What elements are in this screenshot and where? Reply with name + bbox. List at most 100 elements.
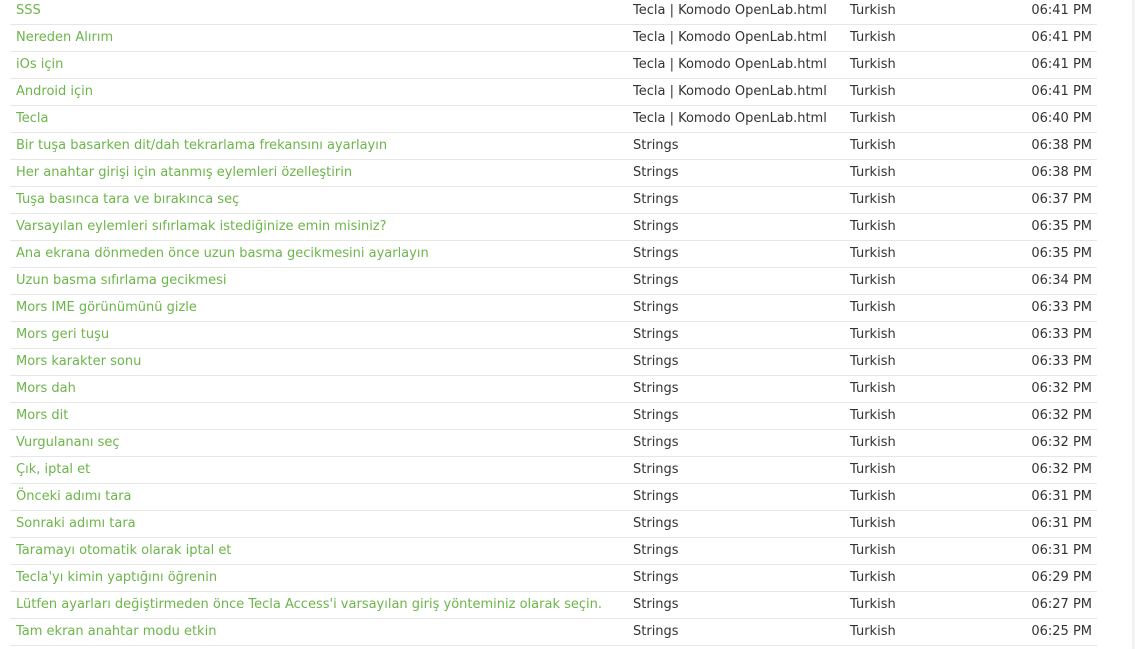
string-title-link[interactable]: Android için <box>16 79 93 105</box>
timestamp: 06:38 PM <box>1031 165 1092 180</box>
table-row: Mors geri tuşu Strings Turkish 06:33 PM <box>10 322 1097 349</box>
table-row: Vurgulananı seç Strings Turkish 06:32 PM <box>10 430 1097 457</box>
source-file: Strings <box>633 624 679 639</box>
timestamp: 06:31 PM <box>1031 489 1092 504</box>
table-row: Tecla'yı kimin yaptığını öğrenin Strings T… <box>10 565 1097 592</box>
language: Turkish <box>850 111 896 126</box>
table-row: Nereden Alırım Tecla | Komodo OpenLab.htm… <box>10 25 1097 52</box>
language: Turkish <box>850 381 896 396</box>
language: Turkish <box>850 408 896 423</box>
timestamp: 06:38 PM <box>1031 138 1092 153</box>
source-file: Strings <box>633 165 679 180</box>
language: Turkish <box>850 462 896 477</box>
source-file: Strings <box>633 138 679 153</box>
timestamp: 06:41 PM <box>1031 30 1092 45</box>
string-title-link[interactable]: Tecla'yı kimin yaptığını öğrenin <box>16 565 217 591</box>
table-row: Tecla Tecla | Komodo OpenLab.html Turkish 0… <box>10 106 1097 133</box>
table-row: Taramayı otomatik olarak iptal et Strings… <box>10 538 1097 565</box>
timestamp: 06:33 PM <box>1031 327 1092 342</box>
table-row: Çık, iptal et Strings Turkish 06:32 PM <box>10 457 1097 484</box>
string-title-link[interactable]: Tecla <box>16 106 48 132</box>
table-row: Lütfen ayarları değiştirmeden önce Tecla… <box>10 592 1097 619</box>
table-row: Android için Tecla | Komodo OpenLab.html T… <box>10 79 1097 106</box>
language: Turkish <box>850 489 896 504</box>
source-file: Strings <box>633 543 679 558</box>
string-title-link[interactable]: Mors karakter sonu <box>16 349 141 375</box>
source-file: Strings <box>633 300 679 315</box>
language: Turkish <box>850 273 896 288</box>
language: Turkish <box>850 165 896 180</box>
timestamp: 06:33 PM <box>1031 300 1092 315</box>
table-row: iOs için Tecla | Komodo OpenLab.html Turki… <box>10 52 1097 79</box>
table-row: Tam ekran anahtar modu etkin Strings Turki… <box>10 619 1097 646</box>
string-title-link[interactable]: Önceki adımı tara <box>16 484 132 510</box>
string-title-link[interactable]: Ana ekrana dönmeden önce uzun basma geci… <box>16 241 429 267</box>
source-file: Strings <box>633 273 679 288</box>
timestamp: 06:31 PM <box>1031 543 1092 558</box>
table-row: Mors IME görünümünü gizle Strings Turkish 0… <box>10 295 1097 322</box>
timestamp: 06:32 PM <box>1031 462 1092 477</box>
string-title-link[interactable]: Çık, iptal et <box>16 457 90 483</box>
source-file: Strings <box>633 597 679 612</box>
timestamp: 06:41 PM <box>1031 84 1092 99</box>
timestamp: 06:35 PM <box>1031 246 1092 261</box>
string-title-link[interactable]: Uzun basma sıfırlama gecikmesi <box>16 268 227 294</box>
string-title-link[interactable]: iOs için <box>16 52 63 78</box>
source-file: Strings <box>633 354 679 369</box>
language: Turkish <box>850 300 896 315</box>
timestamp: 06:25 PM <box>1031 624 1092 639</box>
string-title-link[interactable]: Lütfen ayarları değiştirmeden önce Tecla… <box>16 592 602 618</box>
source-file: Strings <box>633 327 679 342</box>
source-file: Tecla | Komodo OpenLab.html <box>633 84 827 99</box>
source-file: Strings <box>633 489 679 504</box>
table-row: Ana ekrana dönmeden önce uzun basma geci… <box>10 241 1097 268</box>
source-file: Strings <box>633 246 679 261</box>
activity-table: SSS Tecla | Komodo OpenLab.html Turkish 06:… <box>10 0 1097 646</box>
timestamp: 06:41 PM <box>1031 57 1092 72</box>
string-title-link[interactable]: Varsayılan eylemleri sıfırlamak istediği… <box>16 214 387 240</box>
language: Turkish <box>850 327 896 342</box>
string-title-link[interactable]: Nereden Alırım <box>16 25 113 51</box>
source-file: Strings <box>633 570 679 585</box>
source-file: Tecla | Komodo OpenLab.html <box>633 3 827 18</box>
language: Turkish <box>850 354 896 369</box>
string-title-link[interactable]: Mors IME görünümünü gizle <box>16 295 197 321</box>
timestamp: 06:32 PM <box>1031 435 1092 450</box>
string-title-link[interactable]: Tam ekran anahtar modu etkin <box>16 619 216 645</box>
language: Turkish <box>850 138 896 153</box>
string-title-link[interactable]: Mors dah <box>16 376 76 402</box>
string-title-link[interactable]: Mors geri tuşu <box>16 322 109 348</box>
timestamp: 06:29 PM <box>1031 570 1092 585</box>
string-title-link[interactable]: Sonraki adımı tara <box>16 511 136 537</box>
language: Turkish <box>850 84 896 99</box>
source-file: Tecla | Komodo OpenLab.html <box>633 57 827 72</box>
table-row: Önceki adımı tara Strings Turkish 06:31 PM <box>10 484 1097 511</box>
table-row: Her anahtar girişi için atanmış eylemler… <box>10 160 1097 187</box>
string-title-link[interactable]: Her anahtar girişi için atanmış eylemler… <box>16 160 352 186</box>
string-title-link[interactable]: Taramayı otomatik olarak iptal et <box>16 538 231 564</box>
string-title-link[interactable]: Bir tuşa basarken dit/dah tekrarlama fre… <box>16 133 387 159</box>
source-file: Strings <box>633 219 679 234</box>
timestamp: 06:40 PM <box>1031 111 1092 126</box>
language: Turkish <box>850 570 896 585</box>
language: Turkish <box>850 624 896 639</box>
timestamp: 06:37 PM <box>1031 192 1092 207</box>
string-title-link[interactable]: SSS <box>16 0 41 24</box>
string-title-link[interactable]: Vurgulananı seç <box>16 430 120 456</box>
language: Turkish <box>850 543 896 558</box>
source-file: Strings <box>633 435 679 450</box>
timestamp: 06:32 PM <box>1031 408 1092 423</box>
language: Turkish <box>850 192 896 207</box>
timestamp: 06:33 PM <box>1031 354 1092 369</box>
string-title-link[interactable]: Tuşa basınca tara ve bırakınca seç <box>16 187 239 213</box>
table-row: Tuşa basınca tara ve bırakınca seç String… <box>10 187 1097 214</box>
timestamp: 06:32 PM <box>1031 381 1092 396</box>
language: Turkish <box>850 30 896 45</box>
string-title-link[interactable]: Mors dit <box>16 403 68 429</box>
table-row: Mors dah Strings Turkish 06:32 PM <box>10 376 1097 403</box>
timestamp: 06:34 PM <box>1031 273 1092 288</box>
table-row: Mors dit Strings Turkish 06:32 PM <box>10 403 1097 430</box>
table-row: Uzun basma sıfırlama gecikmesi Strings Tur… <box>10 268 1097 295</box>
source-file: Strings <box>633 516 679 531</box>
source-file: Tecla | Komodo OpenLab.html <box>633 111 827 126</box>
